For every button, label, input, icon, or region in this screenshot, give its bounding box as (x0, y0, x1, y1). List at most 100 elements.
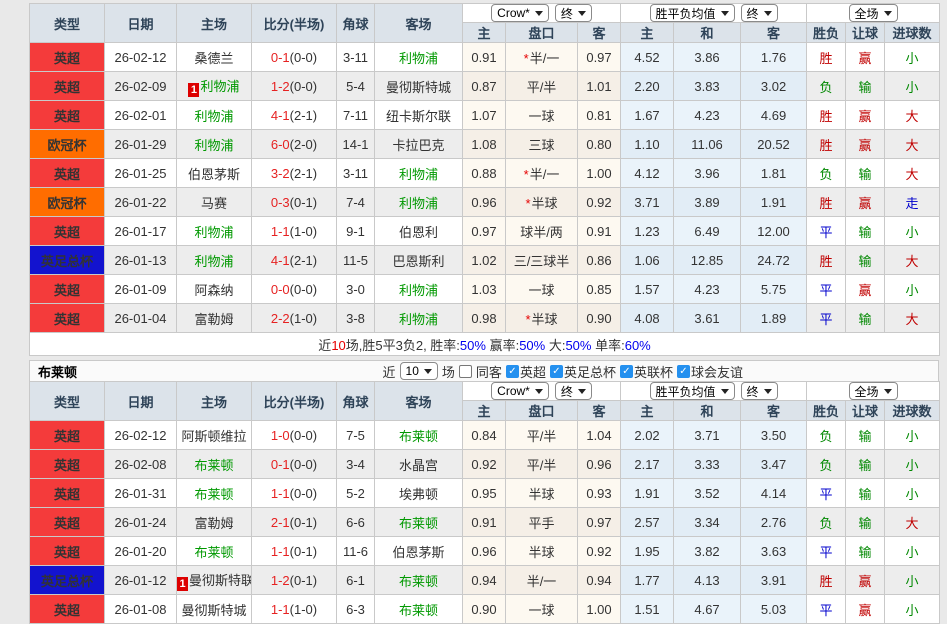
half-time-score: (2-1) (290, 108, 317, 123)
header-row-selects: 类型日期主场比分(半场)角球客场Crow*终胜平负均值终全场 (30, 382, 940, 401)
match-date-cell: 26-02-09 (105, 72, 177, 101)
away-team-cell: 布莱顿 (375, 566, 463, 595)
away-team-cell: 巴恩斯利 (375, 246, 463, 275)
home-team-cell: 利物浦 (177, 101, 252, 130)
table-row: 英超26-01-20布莱顿1-1(0-1)11-6伯恩茅斯0.96半球0.921… (30, 537, 940, 566)
away-team-cell: 伯恩茅斯 (375, 537, 463, 566)
table-row: 英超26-02-12桑德兰0-1(0-0)3-11利物浦0.91*半/一0.97… (30, 43, 940, 72)
result-handicap: 输 (846, 421, 885, 450)
league-badge: 英超 (30, 217, 105, 246)
match-date-cell: 26-01-12 (105, 566, 177, 595)
euro-draw-odds: 3.83 (674, 72, 741, 101)
team-name-label: 利物浦 (399, 283, 438, 298)
team-name-label: 利物浦 (194, 138, 233, 153)
half-time-score: (2-0) (290, 137, 317, 152)
euro-away-odds: 12.00 (741, 217, 807, 246)
table-row: 英足总杯26-01-121曼彻斯特联1-2(0-1)6-1布莱顿0.94半/一0… (30, 566, 940, 595)
half-time-score: (2-1) (290, 166, 317, 181)
col-header-type: 类型 (30, 382, 105, 421)
match-stats-page: 类型日期主场比分(半场)角球客场Crow*终胜平负均值终全场主盘口客主和客胜负让… (29, 0, 940, 624)
ah-home-odds: 1.03 (463, 275, 506, 304)
avg-odds-select[interactable]: 胜平负均值 (650, 4, 735, 22)
team-name-label: 布莱顿 (399, 603, 438, 618)
corners-cell: 5-2 (337, 479, 375, 508)
euro-away-odds: 1.81 (741, 159, 807, 188)
ah-line-cell: 半球 (506, 479, 578, 508)
result-handicap: 输 (846, 537, 885, 566)
match-date-cell: 26-01-08 (105, 595, 177, 624)
final-odds-select[interactable]: 终 (555, 4, 592, 22)
scope-select[interactable]: 全场 (849, 4, 898, 22)
score-cell: 0-1(0-0) (252, 450, 337, 479)
euro-draw-odds: 3.96 (674, 159, 741, 188)
ah-line-cell: 球半/两 (506, 217, 578, 246)
table-row: 英超26-02-12阿斯顿维拉1-0(0-0)7-5布莱顿0.84平/半1.04… (30, 421, 940, 450)
ah-line-cell: *半/一 (506, 43, 578, 72)
team-name-label: 伯恩茅斯 (188, 167, 240, 182)
scope-select[interactable]: 全场 (849, 382, 898, 400)
sub-header-ah-line: 盘口 (506, 23, 578, 43)
result-goals: 小 (885, 537, 940, 566)
avg-odds-select[interactable]: 胜平负均值 (650, 382, 735, 400)
league-filter-checkbox[interactable]: ✓ (677, 365, 690, 378)
home-team-cell: 曼彻斯特城 (177, 595, 252, 624)
col-header-corners: 角球 (337, 382, 375, 421)
league-filter-checkbox[interactable]: ✓ (506, 365, 519, 378)
home-team-cell: 马赛 (177, 188, 252, 217)
team-name-label: 布莱顿 (399, 574, 438, 589)
sub-header-eu-away: 客 (741, 401, 807, 421)
home-team-cell: 布莱顿 (177, 450, 252, 479)
euro-home-odds: 1.91 (621, 479, 674, 508)
result-handicap: 输 (846, 304, 885, 333)
half-time-score: (0-0) (290, 79, 317, 94)
euro-away-odds: 4.69 (741, 101, 807, 130)
select-value: 终 (561, 383, 573, 400)
score-cell: 1-1(1-0) (252, 217, 337, 246)
match-date-cell: 26-02-12 (105, 43, 177, 72)
euro-away-odds: 5.03 (741, 595, 807, 624)
away-team-cell: 水晶宫 (375, 450, 463, 479)
euro-home-odds: 1.10 (621, 130, 674, 159)
table-row: 英超26-02-01利物浦4-1(2-1)7-11纽卡斯尔联1.07一球0.81… (30, 101, 940, 130)
half-time-score: (1-0) (290, 602, 317, 617)
away-team-cell: 卡拉巴克 (375, 130, 463, 159)
team-name-label: 利物浦 (399, 196, 438, 211)
bookmaker-select[interactable]: Crow* (491, 382, 549, 400)
euro-draw-odds: 3.33 (674, 450, 741, 479)
chevron-down-icon (424, 369, 432, 374)
recent-count-select[interactable]: 10 (400, 362, 438, 380)
bookmaker-select[interactable]: Crow* (491, 4, 549, 22)
select-value: 终 (747, 383, 759, 400)
league-filter-checkbox[interactable]: ✓ (620, 365, 633, 378)
euro-draw-odds: 11.06 (674, 130, 741, 159)
full-time-score: 0-1 (271, 457, 290, 472)
league-filter-checkbox[interactable]: ✓ (550, 365, 563, 378)
euro-home-odds: 1.57 (621, 275, 674, 304)
half-time-score: (2-1) (290, 253, 317, 268)
result-handicap: 输 (846, 72, 885, 101)
corners-cell: 3-11 (337, 159, 375, 188)
final-odds-select[interactable]: 终 (555, 382, 592, 400)
sub-header-result-goals: 进球数 (885, 401, 940, 421)
handicap-line: 一球 (528, 109, 554, 124)
score-cell: 1-2(0-1) (252, 566, 337, 595)
ah-home-odds: 0.88 (463, 159, 506, 188)
score-cell: 0-1(0-0) (252, 43, 337, 72)
summary-segment: 50% (460, 338, 486, 353)
result-goals: 小 (885, 275, 940, 304)
away-team-cell: 伯恩利 (375, 217, 463, 246)
away-team-cell: 利物浦 (375, 275, 463, 304)
euro-home-odds: 1.95 (621, 537, 674, 566)
result-goals: 走 (885, 188, 940, 217)
home-team-cell: 利物浦 (177, 130, 252, 159)
euro-away-odds: 1.91 (741, 188, 807, 217)
corners-cell: 7-5 (337, 421, 375, 450)
final-odds-select[interactable]: 终 (741, 382, 778, 400)
euro-draw-odds: 4.23 (674, 275, 741, 304)
result-handicap: 输 (846, 246, 885, 275)
final-odds-select[interactable]: 终 (741, 4, 778, 22)
result-goals: 小 (885, 43, 940, 72)
team-name-label: 利物浦 (194, 109, 233, 124)
half-time-score: (0-1) (290, 544, 317, 559)
same-away-checkbox[interactable] (459, 365, 472, 378)
